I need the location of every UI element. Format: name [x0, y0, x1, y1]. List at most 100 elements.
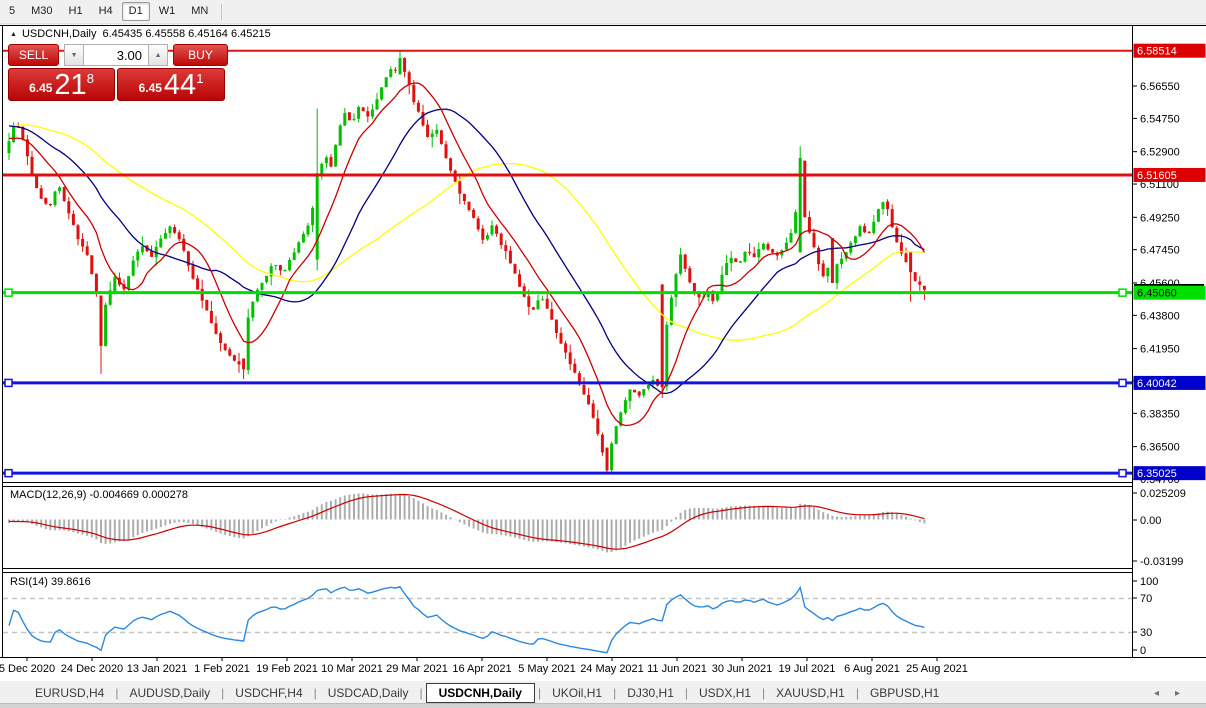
date-axis-label: 30 Jun 2021 [712, 663, 773, 675]
date-axis-label: 29 Mar 2021 [386, 663, 448, 675]
chart-canvas[interactable]: 6.565506.547506.529006.511006.492506.474… [0, 25, 1206, 682]
candle-body [233, 355, 236, 360]
tab-usdchf-h4[interactable]: USDCHF,H4 [227, 683, 310, 703]
candle-body [366, 111, 369, 116]
candle-body [836, 264, 839, 283]
candle-body [785, 243, 788, 250]
volume-increase-button[interactable]: ▲ [148, 44, 168, 66]
candle-body [688, 268, 691, 282]
candle-body [348, 112, 351, 120]
candle-body [362, 107, 365, 111]
collapse-chart-icon[interactable]: ▲ [10, 31, 17, 38]
candle-body [767, 244, 770, 249]
candle-body [320, 164, 323, 174]
tab-usdx-h1[interactable]: USDX,H1 [691, 683, 759, 703]
chart-tabs: EURUSD,H4|AUDUSD,Daily|USDCHF,H4|USDCAD,… [0, 681, 1206, 705]
tab-dj30-h1[interactable]: DJ30,H1 [619, 683, 682, 703]
candle-body [840, 259, 843, 264]
candle-body [481, 229, 484, 240]
candle-body [909, 252, 912, 272]
candle-body [771, 249, 774, 252]
trade-buttons-row: SELL ▼ ▲ BUY [8, 44, 228, 66]
tab-audusd-daily[interactable]: AUDUSD,Daily [121, 683, 218, 703]
sell-button[interactable]: SELL [8, 44, 59, 66]
tab-scroll-right-icon[interactable]: ▸ [1175, 688, 1180, 699]
tab-usdcnh-daily[interactable]: USDCNH,Daily [426, 683, 535, 703]
date-axis-label: 10 Mar 2021 [321, 663, 383, 675]
candle-body [251, 302, 254, 318]
tab-divider: | [311, 683, 320, 703]
toolbar-separator [221, 4, 222, 20]
candle-body [504, 245, 507, 251]
date-axis-label: 16 Apr 2021 [452, 663, 511, 675]
tab-eurusd-h4[interactable]: EURUSD,H4 [27, 683, 112, 703]
candle-body [895, 228, 898, 243]
candle-body [371, 110, 374, 117]
hline-handle[interactable] [5, 379, 12, 386]
tab-xauusd-h1[interactable]: XAUUSD,H1 [768, 683, 853, 703]
timeframe-button-w1[interactable]: W1 [152, 2, 183, 21]
tab-gbpusd-h1[interactable]: GBPUSD,H1 [862, 683, 947, 703]
tab-ukoil-h1[interactable]: UKOil,H1 [544, 683, 610, 703]
candle-body [495, 226, 498, 234]
candle-body [734, 258, 737, 262]
one-click-trading-panel: SELL ▼ ▲ BUY 6.45 21 8 6.45 44 1 [8, 44, 228, 101]
axis-badge-label: 6.51605 [1137, 170, 1177, 182]
tab-scroll-arrows: ◂ ▸ [1154, 688, 1180, 699]
candle-body [219, 333, 222, 343]
candle-body [486, 235, 489, 239]
buy-price-tile[interactable]: 6.45 44 1 [117, 68, 225, 101]
candle-body [555, 320, 558, 333]
candle-body [615, 426, 618, 444]
rsi-axis-label: 70 [1140, 593, 1152, 605]
sell-price-tile[interactable]: 6.45 21 8 [8, 68, 115, 101]
buy-price-big: 44 [164, 72, 196, 99]
candle-body [408, 72, 411, 85]
volume-decrease-button[interactable]: ▼ [64, 44, 84, 66]
candle-body [302, 234, 305, 242]
macd-axis-label: -0.03199 [1140, 556, 1183, 568]
candle-body [647, 385, 650, 389]
buy-button[interactable]: BUY [173, 44, 228, 66]
timeframe-button-5[interactable]: 5 [2, 2, 22, 21]
candle-body [698, 294, 701, 297]
candle-body [54, 192, 57, 206]
candle-body [127, 276, 130, 289]
timeframe-button-h4[interactable]: H4 [92, 2, 120, 21]
candle-body [601, 435, 604, 453]
candle-body [242, 358, 245, 369]
rsi-axis-label: 0 [1140, 645, 1146, 657]
candle-body [192, 265, 195, 278]
hline-handle[interactable] [1119, 379, 1126, 386]
sell-price-small: 6.45 [29, 81, 52, 95]
timeframe-button-m30[interactable]: M30 [24, 2, 59, 21]
candle-body [389, 69, 392, 77]
timeframe-button-mn[interactable]: MN [184, 2, 215, 21]
timeframe-button-h1[interactable]: H1 [62, 2, 90, 21]
candle-body [353, 119, 356, 120]
candle-body [31, 157, 34, 175]
candle-body [583, 385, 586, 394]
candle-body [196, 278, 199, 289]
candle-body [81, 239, 84, 247]
candle-body [330, 157, 333, 166]
macd-axis-label: 0.025209 [1140, 488, 1186, 500]
candle-body [104, 305, 107, 346]
candle-body [261, 283, 264, 290]
timeframe-button-d1[interactable]: D1 [122, 2, 150, 21]
candle-body [343, 113, 346, 125]
volume-stepper: ▼ ▲ [64, 44, 168, 66]
hline-handle[interactable] [1119, 289, 1126, 296]
price-axis-label: 6.54750 [1140, 113, 1180, 125]
tab-usdcad-daily[interactable]: USDCAD,Daily [320, 683, 417, 703]
hline-handle[interactable] [5, 470, 12, 477]
date-axis-label: 5 May 2021 [518, 663, 575, 675]
hline-handle[interactable] [1119, 470, 1126, 477]
candle-body [610, 444, 613, 471]
hline-handle[interactable] [5, 289, 12, 296]
rsi-axis-label: 30 [1140, 627, 1152, 639]
volume-input[interactable] [84, 44, 148, 66]
tab-scroll-left-icon[interactable]: ◂ [1154, 688, 1159, 699]
candle-body [532, 307, 535, 309]
trade-prices-row: 6.45 21 8 6.45 44 1 [8, 68, 228, 101]
